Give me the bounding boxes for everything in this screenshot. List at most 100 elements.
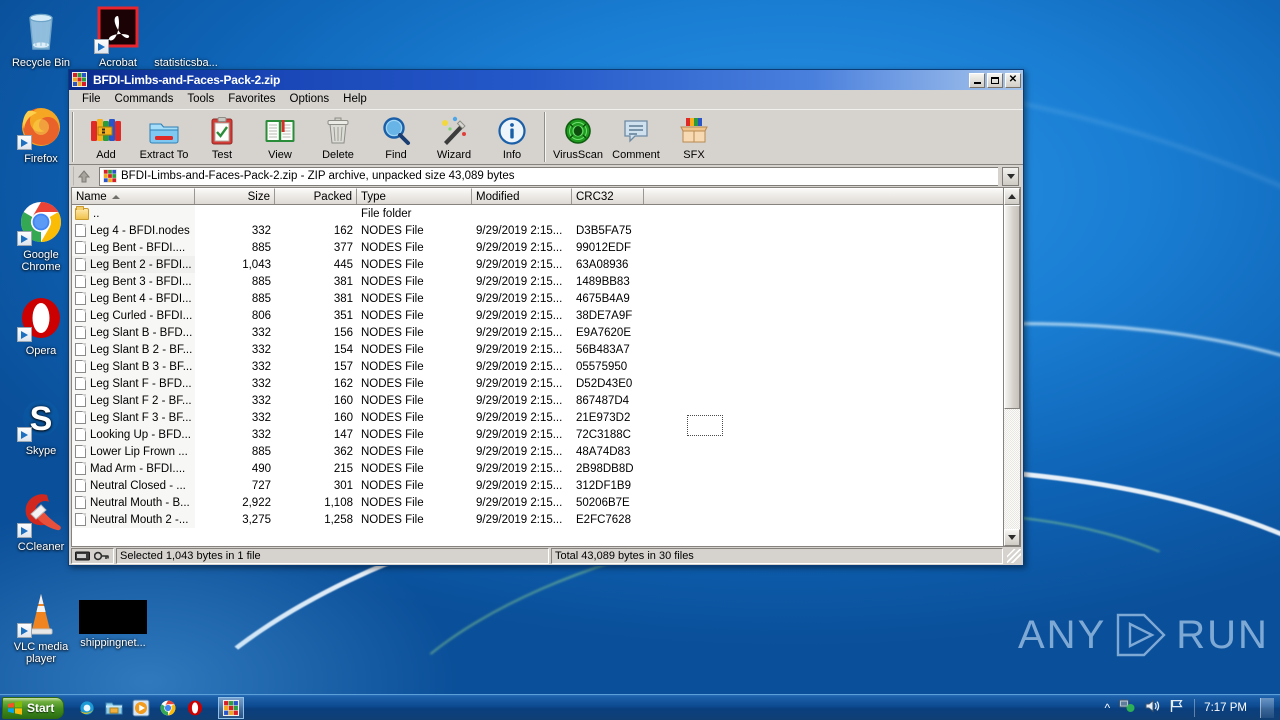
system-tray[interactable]: ^ 7:17 PM	[1105, 697, 1278, 718]
scrollbar-thumb[interactable]	[1004, 205, 1020, 410]
table-row[interactable]: Leg Slant F - BFD... 332 162 NODES File 9/29…	[72, 375, 1003, 392]
table-row[interactable]: Leg Bent 2 - BFDI... 1,043 445 NODES File 9/…	[72, 256, 1003, 273]
toolbar-button-delete[interactable]: Delete	[309, 112, 367, 161]
toolbar-button-view[interactable]: View	[251, 112, 309, 161]
toolbar-button-virusscan[interactable]: VirusScan	[549, 112, 607, 161]
up-one-level-button[interactable]	[73, 166, 95, 186]
column-header-size[interactable]: Size	[195, 188, 275, 204]
desktop-icon-shippingnet[interactable]: shippingnet...	[75, 600, 151, 649]
tray-overflow-button[interactable]: ^	[1105, 701, 1111, 715]
desktop-icon-recycle-bin[interactable]: Recycle Bin	[3, 6, 79, 69]
toolbar[interactable]: Add Extract To Test View Delete Find Wiz…	[69, 109, 1023, 165]
cell-name: Leg Slant F 3 - BF...	[72, 409, 195, 426]
menu-item-help[interactable]: Help	[336, 92, 374, 106]
table-row[interactable]: Lower Lip Frown ... 885 362 NODES File 9/29/…	[72, 443, 1003, 460]
table-row[interactable]: Leg Bent 4 - BFDI... 885 381 NODES File 9/29…	[72, 290, 1003, 307]
scrollbar-track[interactable]	[1004, 205, 1020, 529]
desktop-icon-acrobat[interactable]: Acrobat	[80, 6, 156, 69]
table-row[interactable]: Looking Up - BFD... 332 147 NODES File 9/29/…	[72, 426, 1003, 443]
desktop-icon-statisticsba[interactable]: statisticsba...	[148, 6, 224, 69]
taskbar-item-winrar[interactable]	[218, 696, 245, 719]
quick-launch-bar[interactable]	[78, 699, 204, 717]
column-header-label: Size	[247, 190, 270, 203]
address-bar[interactable]: BFDI-Limbs-and-Faces-Pack-2.zip - ZIP ar…	[99, 166, 998, 186]
menu-item-options[interactable]: Options	[283, 92, 337, 106]
toolbar-button-wizard[interactable]: Wizard	[425, 112, 483, 161]
table-row[interactable]: Leg Slant F 3 - BF... 332 160 NODES File 9/2…	[72, 409, 1003, 426]
internet-explorer-icon[interactable]	[78, 699, 96, 717]
vertical-scrollbar[interactable]	[1003, 188, 1020, 546]
resize-grip[interactable]	[1007, 549, 1021, 563]
column-header-modified[interactable]: Modified	[472, 188, 572, 204]
network-icon[interactable]	[1119, 699, 1135, 716]
table-row[interactable]: Mad Arm - BFDI.... 490 215 NODES File 9/29/2…	[72, 460, 1003, 477]
file-list[interactable]: Name Size Packed Type Modified CRC32 .. File f…	[71, 187, 1021, 547]
cell-name: Leg Slant B 3 - BF...	[72, 358, 195, 375]
start-button[interactable]: Start	[2, 696, 65, 719]
table-row[interactable]: Leg Bent - BFDI.... 885 377 NODES File 9/29/…	[72, 239, 1003, 256]
desktop-icon-vlc-media-player[interactable]: VLC media player	[3, 590, 79, 665]
window-titlebar[interactable]: BFDI-Limbs-and-Faces-Pack-2.zip ✕	[69, 70, 1023, 90]
desktop[interactable]: ANY RUN Recycle Bin Acrobat statisticsba…	[0, 0, 1280, 720]
volume-icon[interactable]	[1144, 699, 1160, 716]
table-row[interactable]: Leg 4 - BFDI.nodes 332 162 NODES File 9/29/2…	[72, 222, 1003, 239]
file-list-rows[interactable]: .. File folder Leg 4 - BFDI.nodes 332 162 NOD…	[72, 205, 1003, 546]
close-button[interactable]: ✕	[1005, 72, 1021, 88]
winrar-window[interactable]: BFDI-Limbs-and-Faces-Pack-2.zip ✕ File C…	[68, 69, 1024, 566]
toolbar-button-comment[interactable]: Comment	[607, 112, 665, 161]
windows-media-player-icon[interactable]	[132, 699, 150, 717]
table-row[interactable]: Neutral Closed - ... 727 301 NODES File 9/29…	[72, 477, 1003, 494]
cell-type: NODES File	[361, 462, 424, 475]
scroll-down-button[interactable]	[1004, 529, 1020, 546]
table-row[interactable]: Leg Bent 3 - BFDI... 885 381 NODES File 9/29…	[72, 273, 1003, 290]
file-list-header[interactable]: Name Size Packed Type Modified CRC32	[72, 188, 1003, 205]
file-icon	[75, 479, 86, 492]
column-header-name[interactable]: Name	[72, 188, 195, 204]
column-header-crc32[interactable]: CRC32	[572, 188, 644, 204]
toolbar-button-find[interactable]: Find	[367, 112, 425, 161]
toolbar-button-extract-to[interactable]: Extract To	[135, 112, 193, 161]
column-header-packed[interactable]: Packed	[275, 188, 357, 204]
toolbar-button-test[interactable]: Test	[193, 112, 251, 161]
table-row[interactable]: Leg Curled - BFDI... 806 351 NODES File 9/29…	[72, 307, 1003, 324]
opera-taskbar-icon[interactable]	[186, 699, 204, 717]
address-dropdown-button[interactable]	[1002, 166, 1019, 186]
windows-explorer-icon[interactable]	[105, 699, 123, 717]
toolbar-label: Wizard	[436, 149, 472, 161]
menu-item-file[interactable]: File	[75, 92, 108, 106]
menu-item-tools[interactable]: Tools	[180, 92, 221, 106]
maximize-button[interactable]	[987, 72, 1003, 88]
table-row[interactable]: Leg Slant B 3 - BF... 332 157 NODES File 9/2…	[72, 358, 1003, 375]
toolbar-button-sfx[interactable]: SFX	[665, 112, 723, 161]
taskbar[interactable]: Start ^ 7:17 PM	[0, 694, 1280, 720]
google-chrome-taskbar-icon[interactable]	[159, 699, 177, 717]
flag-icon[interactable]	[1169, 699, 1185, 716]
sort-ascending-icon	[111, 194, 120, 199]
menu-item-commands[interactable]: Commands	[108, 92, 181, 106]
window-controls[interactable]: ✕	[969, 72, 1021, 88]
address-row[interactable]: BFDI-Limbs-and-Faces-Pack-2.zip - ZIP ar…	[69, 165, 1023, 187]
minimize-button[interactable]	[969, 72, 985, 88]
shortcut-arrow-icon	[17, 135, 32, 150]
table-row[interactable]: Leg Slant F 2 - BF... 332 160 NODES File 9/2…	[72, 392, 1003, 409]
toolbar-button-add[interactable]: Add	[77, 112, 135, 161]
toolbar-label: Comment	[612, 149, 660, 161]
cell-blank	[644, 511, 1003, 528]
menu-bar[interactable]: File Commands Tools Favorites Options He…	[69, 90, 1023, 109]
table-row[interactable]: Neutral Mouth - B... 2,922 1,108 NODES File…	[72, 494, 1003, 511]
column-header-type[interactable]: Type	[357, 188, 472, 204]
acrobat-icon	[94, 6, 142, 54]
toolbar-button-info[interactable]: Info	[483, 112, 541, 161]
clock[interactable]: 7:17 PM	[1204, 702, 1247, 714]
column-header-blank[interactable]	[644, 188, 1003, 204]
table-row[interactable]: Neutral Mouth 2 -... 3,275 1,258 NODES File…	[72, 511, 1003, 528]
cell-name: Neutral Closed - ...	[72, 477, 195, 494]
cell-size: 332	[251, 394, 271, 407]
table-row[interactable]: .. File folder	[72, 205, 1003, 222]
table-row[interactable]: Leg Slant B 2 - BF... 332 154 NODES File 9/2…	[72, 341, 1003, 358]
show-desktop-button[interactable]	[1260, 697, 1274, 718]
scroll-up-button[interactable]	[1004, 188, 1020, 205]
table-row[interactable]: Leg Slant B - BFD... 332 156 NODES File 9/29…	[72, 324, 1003, 341]
cell-type: NODES File	[361, 224, 424, 237]
menu-item-favorites[interactable]: Favorites	[221, 92, 282, 106]
